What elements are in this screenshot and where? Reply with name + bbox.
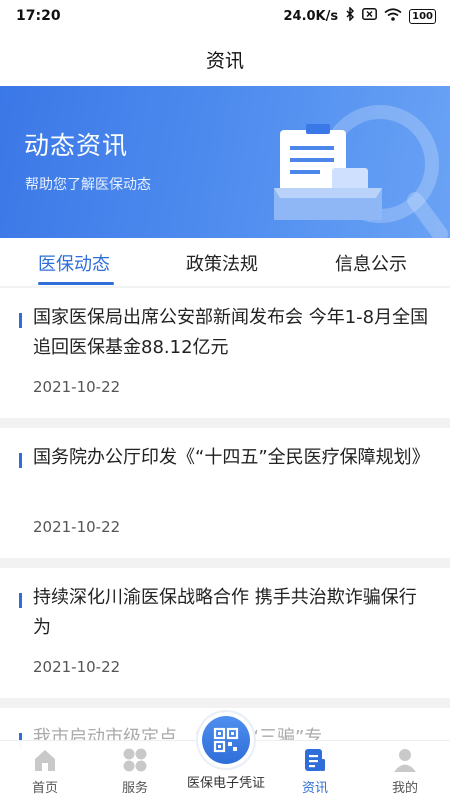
person-icon — [392, 747, 418, 777]
document-illustration-icon — [270, 102, 450, 238]
tabbar-profile[interactable]: 我的 — [360, 741, 450, 800]
battery-icon: 100 — [409, 8, 436, 24]
nav-bar: 资讯 — [0, 32, 450, 86]
tabbar-label: 我的 — [391, 781, 418, 796]
tab-policies-regulations[interactable]: 政策法规 — [186, 250, 258, 276]
banner-title: 动态资讯 — [24, 131, 129, 160]
list-item[interactable]: 国家医保局出席公安部新闻发布会 今年1-8月全国追回医保基金88.12亿元 20… — [0, 288, 450, 418]
status-time: 17:20 — [16, 8, 61, 24]
news-title: 国家医保局出席公安部新闻发布会 今年1-8月全国追回医保基金88.12亿元 — [33, 307, 429, 358]
tabbar-label: 首页 — [31, 781, 58, 796]
tab-medical-insurance-news[interactable]: 医保动态 — [38, 250, 110, 276]
tabbar-services[interactable]: 服务 — [90, 741, 180, 800]
medical-ecert-button[interactable] — [198, 712, 254, 768]
news-icon — [302, 747, 328, 777]
home-icon — [32, 747, 58, 777]
list-item[interactable]: 国务院办公厅印发《“十四五”全民医疗保障规划》 2021-10-22 — [0, 428, 450, 558]
grid-icon — [122, 747, 148, 777]
page-title: 资讯 — [205, 49, 244, 72]
accent-bar — [19, 313, 22, 328]
banner: 动态资讯 帮助您了解医保动态 — [0, 86, 450, 238]
list-item[interactable]: 持续深化川渝医保战略合作 携手共治欺诈骗保行为 2021-10-22 — [0, 568, 450, 698]
tabbar-home[interactable]: 首页 — [0, 741, 90, 800]
banner-subtitle: 帮助您了解医保动态 — [25, 177, 151, 193]
tabbar-label: 资讯 — [301, 781, 328, 796]
active-tab-indicator — [38, 282, 114, 285]
network-speed: 24.0K/s — [283, 8, 339, 24]
medical-ecert-label: 医保电子凭证 — [186, 776, 265, 791]
category-tabs: 医保动态 政策法规 信息公示 — [0, 238, 450, 286]
accent-bar — [19, 593, 22, 608]
news-date: 2021-10-22 — [33, 378, 121, 396]
tab-public-information[interactable]: 信息公示 — [335, 250, 407, 276]
news-date: 2021-10-22 — [33, 518, 121, 536]
qr-code-icon — [202, 716, 250, 764]
bluetooth-icon — [345, 6, 355, 25]
wifi-icon — [384, 7, 402, 25]
news-title: 持续深化川渝医保战略合作 携手共治欺诈骗保行为 — [33, 587, 417, 638]
no-sim-icon — [362, 8, 378, 24]
tabbar-label: 服务 — [121, 781, 148, 796]
status-bar: 17:20 24.0K/s 100 — [0, 0, 450, 32]
news-date: 2021-10-22 — [33, 658, 121, 676]
status-icons: 24.0K/s 100 — [283, 6, 436, 25]
tabbar-news[interactable]: 资讯 — [270, 741, 360, 800]
news-title: 国务院办公厅印发《“十四五”全民医疗保障规划》 — [33, 447, 430, 468]
accent-bar — [19, 453, 22, 468]
